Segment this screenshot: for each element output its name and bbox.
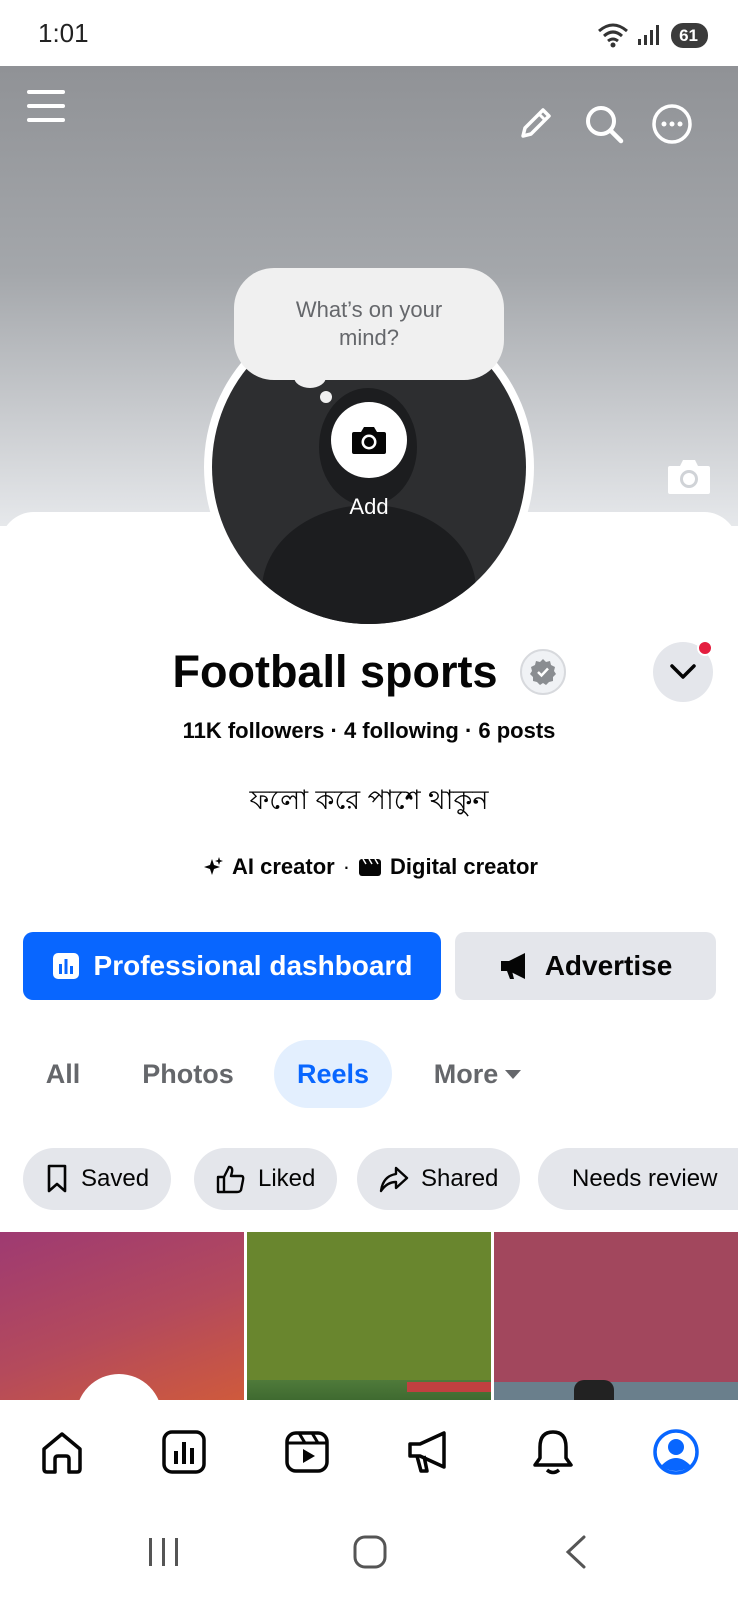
reels-grid	[0, 1232, 738, 1400]
status-bar: 1:01 61	[0, 0, 738, 66]
caret-down-icon	[505, 1070, 522, 1079]
hamburger-menu-icon[interactable]	[22, 82, 70, 130]
tab-photos[interactable]: Photos	[140, 1040, 236, 1108]
pencil-icon[interactable]	[511, 100, 559, 148]
video-icon[interactable]	[277, 1422, 337, 1482]
profile-stats[interactable]: 11K followers · 4 following · 6 posts	[0, 718, 738, 744]
chip-saved-label: Saved	[81, 1165, 150, 1192]
bookmark-icon	[47, 1164, 67, 1193]
tab-more-label: More	[433, 1058, 499, 1089]
battery-indicator: 61	[671, 22, 708, 48]
reel-thumbnail[interactable]	[247, 1232, 491, 1400]
cover-camera-icon[interactable]	[666, 456, 712, 496]
reel-thumbnail[interactable]	[0, 1232, 244, 1400]
professional-dashboard-label: Professional dashboard	[93, 950, 413, 981]
bubble-tail-dot	[320, 391, 332, 403]
clapperboard-icon	[359, 858, 382, 876]
chevron-down-icon	[670, 664, 696, 679]
advertise-button[interactable]: Advertise	[455, 932, 716, 1000]
avatar-camera-icon[interactable]	[331, 402, 407, 478]
chip-liked[interactable]: Liked	[194, 1148, 338, 1210]
category-digital-creator: Digital creator	[390, 854, 538, 879]
profile-categories: AI creator · Digital creator	[0, 854, 738, 880]
category-separator: ·	[342, 854, 351, 879]
bottom-navigation	[0, 1400, 738, 1510]
back-icon[interactable]	[562, 1534, 590, 1570]
megaphone-icon	[500, 953, 525, 979]
wifi-icon	[598, 23, 629, 48]
profile-name-row: Football sports	[0, 646, 738, 698]
chip-saved[interactable]: Saved	[23, 1148, 172, 1210]
tab-reels[interactable]: Reels	[274, 1040, 392, 1108]
dashboard-icon[interactable]	[154, 1422, 214, 1482]
chip-needs-review[interactable]: Needs review	[538, 1148, 738, 1210]
bell-icon[interactable]	[523, 1422, 583, 1482]
profile-icon[interactable]	[646, 1422, 706, 1482]
system-navigation-bar	[0, 1510, 738, 1600]
thought-bubble[interactable]: What’s on your mind?	[234, 268, 504, 380]
home-button-icon[interactable]	[352, 1534, 388, 1570]
tab-more[interactable]: More	[430, 1040, 526, 1108]
chip-shared[interactable]: Shared	[357, 1148, 521, 1210]
dashboard-chart-icon	[52, 953, 79, 979]
advertise-label: Advertise	[544, 950, 673, 981]
notification-dot	[697, 640, 713, 656]
chip-shared-label: Shared	[421, 1165, 499, 1192]
tab-all[interactable]: All	[42, 1040, 84, 1108]
reel-thumbnail[interactable]	[494, 1232, 738, 1400]
category-ai-creator: AI creator	[232, 854, 335, 879]
verified-badge-icon[interactable]	[519, 649, 566, 695]
megaphone-nav-icon[interactable]	[400, 1422, 460, 1482]
home-icon[interactable]	[32, 1422, 92, 1482]
status-time: 1:01	[38, 18, 89, 48]
chip-needs-review-label: Needs review	[572, 1165, 718, 1192]
thumbs-up-icon	[216, 1165, 245, 1194]
chip-liked-label: Liked	[258, 1165, 316, 1192]
sparkle-icon	[204, 857, 223, 875]
share-icon	[379, 1166, 409, 1193]
more-horizontal-icon[interactable]	[648, 100, 696, 148]
profile-bio: ফলো করে পাশে থাকুন	[249, 785, 489, 815]
profile-name: Football sports	[172, 646, 498, 697]
recent-apps-icon[interactable]	[146, 1536, 182, 1568]
avatar-add-label: Add	[349, 494, 389, 519]
professional-dashboard-button[interactable]: Professional dashboard	[23, 932, 441, 1000]
search-icon[interactable]	[580, 100, 628, 148]
signal-icon	[638, 25, 660, 45]
status-icons: 61	[597, 20, 708, 50]
